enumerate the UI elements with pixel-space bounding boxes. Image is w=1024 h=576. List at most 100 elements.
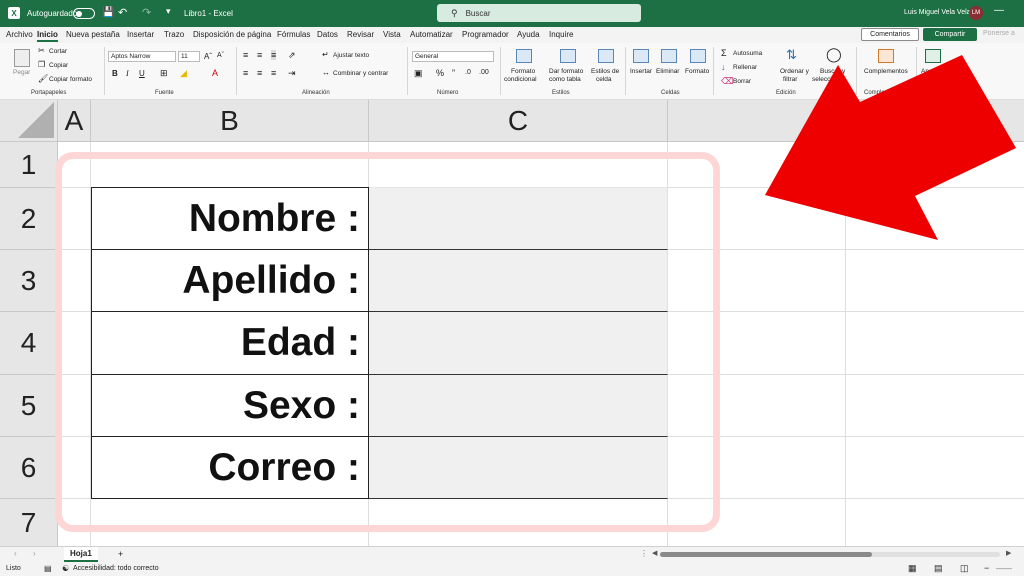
redo-icon[interactable]: ↷ bbox=[142, 6, 151, 19]
tab-archivo[interactable]: Archivo bbox=[6, 30, 33, 39]
font-color-icon[interactable]: A bbox=[212, 68, 218, 78]
user-name[interactable]: Luis Miguel Vela Vela bbox=[904, 9, 971, 16]
cell-c4-input[interactable] bbox=[369, 312, 668, 375]
save-icon[interactable]: 💾 bbox=[102, 7, 114, 18]
cell-b3-apellido[interactable]: Apellido : bbox=[91, 250, 369, 312]
comma-icon[interactable]: ” bbox=[452, 68, 455, 78]
conditional-format-label-2[interactable]: condicional bbox=[504, 76, 537, 83]
cell-b5-sexo[interactable]: Sexo : bbox=[91, 375, 369, 437]
format-cells-label[interactable]: Formato bbox=[685, 68, 709, 75]
cell-b6-correo[interactable]: Correo : bbox=[91, 437, 369, 499]
scroll-right-icon[interactable]: ▶ bbox=[1006, 549, 1011, 557]
next-sheet-icon[interactable]: › bbox=[33, 549, 36, 558]
search-box[interactable]: ⚲ Buscar bbox=[437, 4, 641, 22]
prev-sheet-icon[interactable]: ‹ bbox=[14, 549, 17, 558]
sort-filter-label-1[interactable]: Ordenar y bbox=[780, 68, 809, 75]
page-layout-icon[interactable]: ▤ bbox=[934, 563, 943, 574]
row-header-2[interactable]: 2 bbox=[0, 188, 58, 250]
shrink-font-icon[interactable]: Aˇ bbox=[217, 52, 224, 59]
autosum-label[interactable]: Autosuma bbox=[733, 50, 762, 57]
cell-b4-edad[interactable]: Edad : bbox=[91, 312, 369, 375]
tab-trazo[interactable]: Trazo bbox=[164, 30, 184, 39]
orientation-icon[interactable]: ⇗ bbox=[288, 50, 296, 61]
analyze-data-icon[interactable] bbox=[925, 49, 941, 63]
grow-font-icon[interactable]: Aˆ bbox=[204, 52, 212, 61]
wrap-text-label[interactable]: Ajustar texto bbox=[333, 52, 369, 59]
addins-label[interactable]: Complementos bbox=[864, 68, 908, 75]
tab-inicio[interactable]: Inicio bbox=[37, 30, 58, 42]
sheetbar-options-icon[interactable]: ⋮ bbox=[640, 549, 648, 558]
cell-c6-input[interactable] bbox=[369, 437, 668, 499]
cell-styles-label-1[interactable]: Estilos de bbox=[591, 68, 619, 75]
merge-label[interactable]: Combinar y centrar bbox=[333, 70, 388, 77]
minimize-icon[interactable]: — bbox=[994, 5, 1004, 16]
cell-c5-input[interactable] bbox=[369, 375, 668, 437]
column-header-d[interactable]: D bbox=[668, 100, 1024, 142]
wrap-text-icon[interactable]: ↵ bbox=[322, 50, 329, 59]
tab-inquire[interactable]: Inquire bbox=[549, 30, 573, 39]
clear-label[interactable]: Borrar bbox=[733, 78, 751, 85]
tab-datos[interactable]: Datos bbox=[317, 30, 338, 39]
undo-icon[interactable]: ↶ bbox=[118, 6, 127, 19]
fill-icon[interactable]: ↓ bbox=[721, 62, 726, 72]
borders-icon[interactable]: ⊞ bbox=[160, 68, 168, 79]
autosum-icon[interactable]: Σ bbox=[721, 48, 727, 58]
align-bottom-icon[interactable]: ≡ bbox=[271, 50, 277, 60]
accessibility-status[interactable]: Accesibilidad: todo correcto bbox=[73, 565, 159, 572]
tab-insertar[interactable]: Insertar bbox=[127, 30, 154, 39]
comments-button[interactable]: Comentarios bbox=[861, 28, 919, 41]
tab-revisar[interactable]: Revisar bbox=[347, 30, 374, 39]
page-break-icon[interactable]: ◫ bbox=[960, 563, 969, 574]
fill-label[interactable]: Rellenar bbox=[733, 64, 757, 71]
share-button[interactable]: Compartir bbox=[923, 28, 977, 41]
font-family-select[interactable]: Aptos Narrow bbox=[108, 51, 176, 62]
add-sheet-button[interactable]: + bbox=[118, 549, 123, 559]
copy-label[interactable]: Copiar bbox=[49, 62, 68, 69]
format-cells-icon[interactable] bbox=[690, 49, 706, 63]
merge-icon[interactable]: ↔ bbox=[322, 68, 330, 77]
align-top-icon[interactable]: ≡ bbox=[243, 50, 248, 60]
sheet-tab-hoja1[interactable]: Hoja1 bbox=[64, 547, 98, 562]
scrollbar-thumb[interactable] bbox=[660, 552, 872, 557]
tab-automatizar[interactable]: Automatizar bbox=[410, 30, 453, 39]
column-header-b[interactable]: B bbox=[91, 100, 369, 142]
cell-styles-label-2[interactable]: celda bbox=[596, 76, 612, 83]
select-all-button[interactable] bbox=[0, 100, 58, 142]
autosave-toggle[interactable] bbox=[73, 8, 95, 19]
bold-icon[interactable]: B bbox=[112, 69, 118, 78]
tab-ayuda[interactable]: Ayuda bbox=[517, 30, 540, 39]
cut-icon[interactable]: ✂ bbox=[38, 46, 45, 55]
accessibility-icon[interactable]: ☯ bbox=[62, 564, 69, 573]
currency-icon[interactable]: ▣ bbox=[414, 68, 423, 79]
sort-filter-icon[interactable]: ⇅ bbox=[786, 47, 797, 63]
normal-view-icon[interactable]: ▦ bbox=[908, 563, 917, 574]
cut-label[interactable]: Cortar bbox=[49, 48, 67, 55]
italic-icon[interactable]: I bbox=[126, 69, 129, 78]
copy-icon[interactable]: ❐ bbox=[38, 60, 45, 69]
row-header-4[interactable]: 4 bbox=[0, 312, 58, 375]
cell-c3-input[interactable] bbox=[369, 250, 668, 312]
tab-disposicion[interactable]: Disposición de página bbox=[193, 30, 271, 39]
conditional-format-icon[interactable] bbox=[516, 49, 532, 63]
find-select-icon[interactable]: ◯ bbox=[826, 46, 842, 63]
row-header-5[interactable]: 5 bbox=[0, 375, 58, 437]
tab-formulas[interactable]: Fórmulas bbox=[277, 30, 310, 39]
cell-b2-nombre[interactable]: Nombre : bbox=[91, 187, 369, 250]
macro-record-icon[interactable]: ▤ bbox=[44, 564, 52, 573]
column-header-a[interactable]: A bbox=[58, 100, 91, 142]
cell-c2-input[interactable] bbox=[369, 187, 668, 250]
conditional-format-label-1[interactable]: Formato bbox=[511, 68, 535, 75]
row-header-3[interactable]: 3 bbox=[0, 250, 58, 312]
find-select-label-1[interactable]: Buscar y bbox=[820, 68, 845, 75]
paste-icon[interactable] bbox=[14, 49, 30, 67]
format-table-label-2[interactable]: como tabla bbox=[549, 76, 581, 83]
zoom-slider[interactable]: —— bbox=[996, 564, 1012, 573]
font-size-select[interactable]: 11 bbox=[178, 51, 200, 62]
underline-icon[interactable]: U bbox=[139, 69, 145, 78]
format-table-icon[interactable] bbox=[560, 49, 576, 63]
row-header-1[interactable]: 1 bbox=[0, 142, 58, 188]
sort-filter-label-2[interactable]: filtrar bbox=[783, 76, 797, 83]
tab-vista[interactable]: Vista bbox=[383, 30, 401, 39]
clear-icon[interactable]: ⌫ bbox=[721, 76, 734, 87]
insert-cells-label[interactable]: Insertar bbox=[630, 68, 652, 75]
